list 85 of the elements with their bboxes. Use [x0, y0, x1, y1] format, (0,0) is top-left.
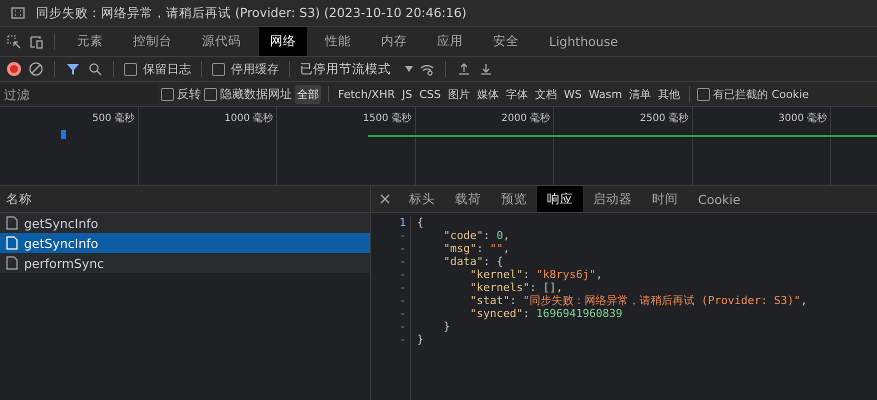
code-line: "code": 0, [442, 229, 511, 242]
checkbox-label: 隐藏数据网址 [220, 86, 292, 102]
download-icon[interactable] [478, 61, 494, 77]
type-filter-button[interactable]: 清单 [627, 84, 654, 104]
detail-tab[interactable]: 响应 [537, 186, 583, 212]
panel-tab[interactable]: 网络 [259, 27, 307, 56]
type-filter-button[interactable]: 其他 [656, 84, 682, 104]
record-icon[interactable] [6, 61, 22, 77]
detail-tab[interactable]: 启动器 [583, 186, 642, 212]
window-icon [10, 5, 26, 21]
line-number: 1 [399, 216, 406, 229]
inspect-element-icon[interactable] [6, 34, 22, 50]
column-header: 名称 [0, 186, 370, 213]
type-filter-button[interactable]: 文档 [532, 84, 559, 104]
filter-field[interactable]: 过滤 [0, 84, 158, 104]
checkbox[interactable] [161, 88, 174, 100]
type-filter-button[interactable]: Wasm [586, 86, 624, 102]
code-line: } [442, 320, 452, 333]
request-row[interactable]: performSync [0, 253, 370, 273]
line-number: - [399, 242, 406, 255]
line-number: - [399, 320, 406, 333]
type-filter-button[interactable]: 字体 [504, 84, 530, 104]
panel-tab[interactable]: 控制台 [121, 27, 184, 56]
panel-tab[interactable]: 性能 [313, 27, 363, 56]
panel-tab[interactable]: 元素 [65, 27, 115, 56]
type-filter-button[interactable]: 媒体 [474, 84, 501, 104]
line-number: - [399, 255, 406, 268]
timeline-tick-label: 1000 毫秒 [224, 112, 273, 125]
checkbox-label: 保留日志 [143, 60, 191, 78]
detail-tab[interactable]: 标头 [399, 186, 445, 212]
clear-icon[interactable] [28, 61, 44, 77]
document-icon [6, 236, 18, 250]
checkbox-label: 停用缓存 [231, 60, 279, 78]
throttling-dropdown[interactable]: 已停用节流模式 [300, 60, 413, 78]
caret-icon [405, 66, 413, 72]
document-icon [6, 256, 18, 270]
type-filter-button[interactable]: CSS [417, 86, 443, 102]
type-filter-button[interactable]: 图片 [446, 84, 472, 104]
upload-icon[interactable] [456, 61, 472, 77]
line-number: - [399, 307, 406, 320]
panel-tab[interactable]: 安全 [481, 27, 531, 56]
line-number: - [399, 268, 406, 281]
code-line: "msg": "", [442, 242, 511, 255]
type-filter-button[interactable]: Fetch/XHR [336, 86, 397, 102]
timeline-request-marker [61, 130, 66, 139]
timeline-tick-label: 2000 毫秒 [501, 112, 550, 125]
timeline-tick-label: 3000 毫秒 [778, 112, 827, 125]
type-filter-button[interactable]: WS [562, 86, 584, 102]
line-number: - [399, 281, 406, 294]
panel-tab[interactable]: Lighthouse [537, 27, 630, 56]
code-line: "stat": "同步失败：网络异常，请稍后再试 (Provider: S3)", [468, 294, 808, 307]
code-line: "kernel": "k8rys6j", [468, 268, 604, 281]
device-toolbar-icon[interactable] [28, 34, 44, 50]
code-line: { [417, 216, 425, 229]
checkbox-label: 反转 [177, 86, 201, 102]
code-line: "kernels": [], [468, 281, 564, 294]
type-filter-button[interactable]: 全部 [295, 84, 321, 104]
code-line: "synced": 1696941960839 [468, 307, 624, 320]
line-number: - [399, 333, 406, 346]
checkbox[interactable] [697, 88, 710, 100]
timeline-tick-label: 2500 毫秒 [640, 112, 688, 125]
window-title: 同步失败：网络异常，请稍后再试 (Provider: S3) (2023-10-10 20:46:16) [36, 4, 467, 22]
line-number: - [399, 294, 406, 307]
detail-tab[interactable]: Cookie [688, 186, 750, 212]
request-row[interactable]: getSyncInfo [0, 213, 370, 233]
type-filter-button[interactable]: JS [400, 86, 414, 102]
detail-tab[interactable]: 载荷 [445, 186, 491, 212]
panel-tab[interactable]: 应用 [425, 27, 475, 56]
timeline-tick-label: 1500 毫秒 [362, 112, 412, 125]
timeline-tick-label: 500 毫秒 [92, 112, 134, 125]
checkbox[interactable] [212, 62, 225, 76]
code-line: "data": { [442, 255, 504, 268]
request-row[interactable]: getSyncInfo [0, 233, 370, 253]
document-icon [6, 216, 18, 230]
code-line: } [417, 333, 425, 346]
checkbox[interactable] [204, 88, 217, 100]
line-number: - [399, 229, 406, 242]
filter-icon[interactable] [65, 61, 81, 77]
panel-tab[interactable]: 源代码 [190, 27, 253, 56]
panel-tab[interactable]: 内存 [369, 27, 419, 56]
detail-tab[interactable]: 预览 [491, 186, 537, 212]
checkbox-label: 有已拦截的 Cookie [713, 86, 809, 102]
search-icon[interactable] [87, 61, 103, 77]
checkbox[interactable] [124, 62, 137, 76]
detail-tab[interactable]: 时间 [642, 186, 688, 212]
